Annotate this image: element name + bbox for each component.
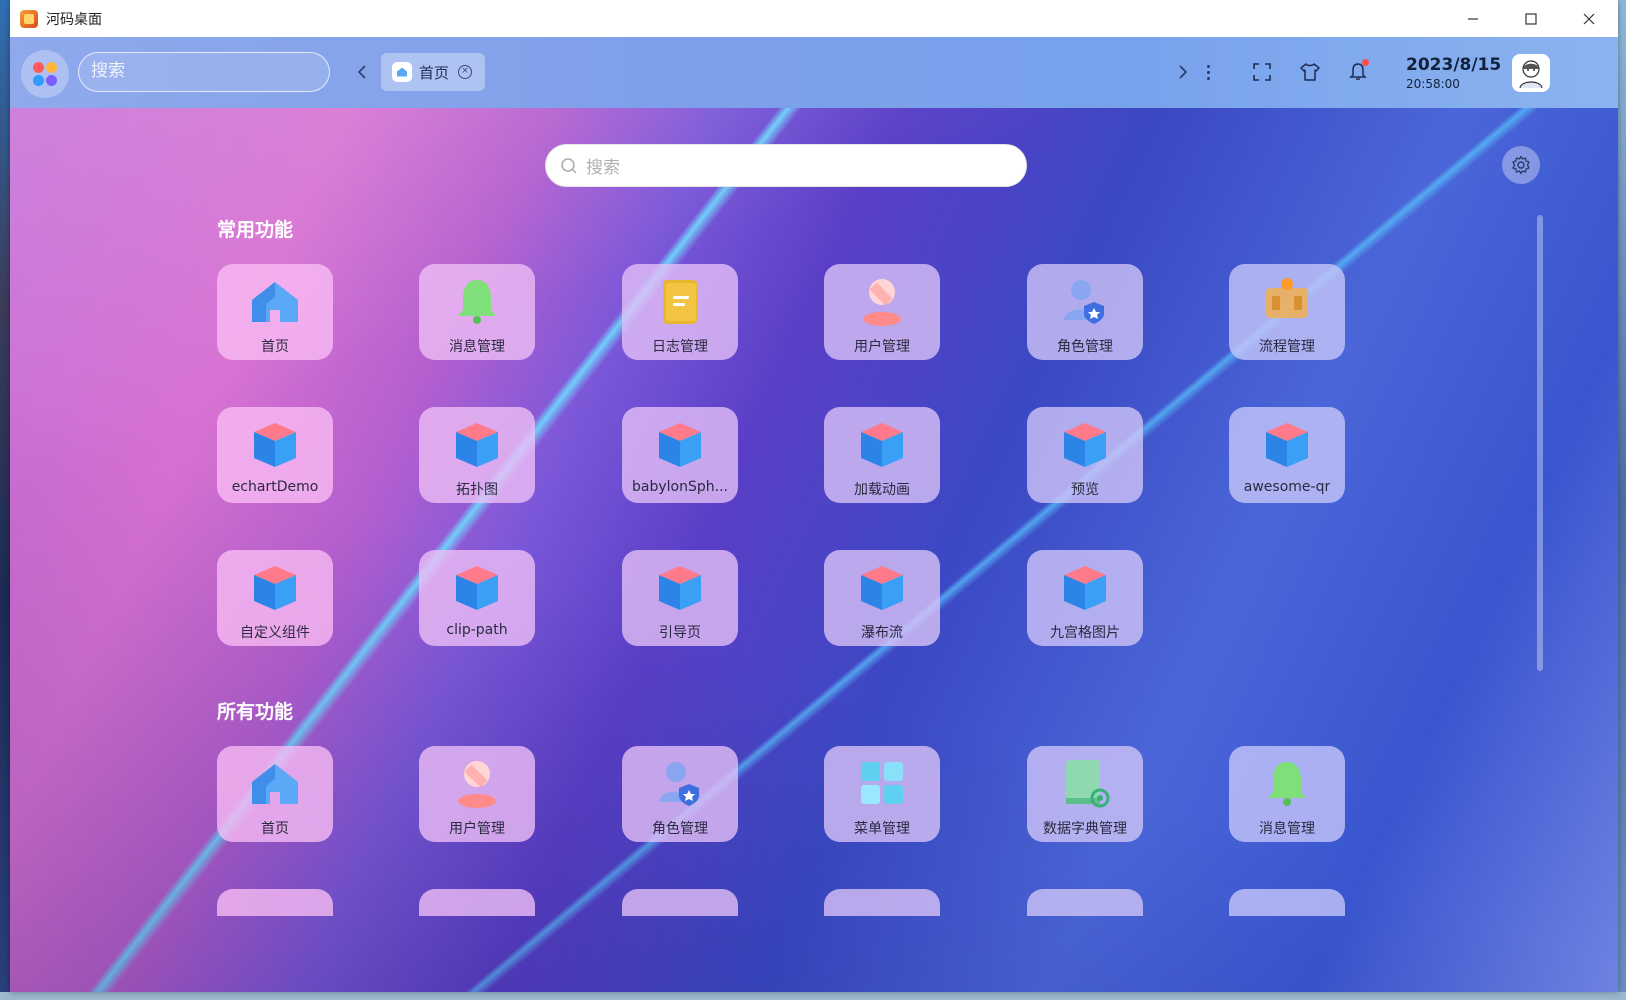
app-tile-label: 用户管理 bbox=[449, 821, 505, 837]
cube-icon bbox=[651, 415, 709, 473]
section-title-all: 所有功能 bbox=[217, 701, 294, 723]
close-button[interactable] bbox=[1560, 0, 1618, 37]
app-tile[interactable]: 预览 bbox=[1027, 407, 1143, 503]
app-tile[interactable]: 用户管理 bbox=[419, 746, 535, 842]
maximize-button[interactable] bbox=[1502, 0, 1560, 37]
desktop-background-bottom bbox=[0, 992, 1626, 1000]
bell-icon bbox=[1258, 754, 1316, 812]
role-icon bbox=[651, 754, 709, 812]
app-tile-label: 预览 bbox=[1071, 482, 1099, 498]
app-tile-label: 用户管理 bbox=[854, 339, 910, 355]
app-tile-label: 角色管理 bbox=[1057, 339, 1113, 355]
app-tile-label: 角色管理 bbox=[652, 821, 708, 837]
cube-icon bbox=[246, 558, 304, 616]
cube-icon bbox=[853, 558, 911, 616]
user-icon bbox=[853, 272, 911, 330]
app-tile-label: 九宫格图片 bbox=[1050, 625, 1120, 641]
app-tile-partial[interactable] bbox=[824, 889, 940, 916]
cube-icon bbox=[246, 415, 304, 473]
notebook-icon bbox=[651, 272, 709, 330]
app-tile[interactable]: 瀑布流 bbox=[824, 550, 940, 646]
minimize-icon bbox=[1468, 17, 1478, 20]
app-tile[interactable]: awesome-qr bbox=[1229, 407, 1345, 503]
maximize-icon bbox=[1525, 12, 1537, 25]
app-tile-label: clip-path bbox=[446, 622, 508, 638]
app-tile-label: 加载动画 bbox=[854, 482, 910, 498]
app-tile[interactable]: babylonSph... bbox=[622, 407, 738, 503]
home-icon bbox=[246, 272, 304, 330]
app-tile[interactable]: 菜单管理 bbox=[824, 746, 940, 842]
app-tile[interactable]: 加载动画 bbox=[824, 407, 940, 503]
app-tile-label: echartDemo bbox=[231, 479, 319, 495]
app-tile[interactable]: 流程管理 bbox=[1229, 264, 1345, 360]
app-tile-label: 首页 bbox=[261, 821, 289, 837]
app-tile-label: 流程管理 bbox=[1259, 339, 1315, 355]
app-tile[interactable]: 消息管理 bbox=[419, 264, 535, 360]
app-tile[interactable]: 首页 bbox=[217, 264, 333, 360]
cube-icon bbox=[1056, 415, 1114, 473]
app-tile[interactable]: 角色管理 bbox=[622, 746, 738, 842]
home-icon bbox=[246, 754, 304, 812]
app-tile-partial[interactable] bbox=[419, 889, 535, 916]
app-tile-label: babylonSph... bbox=[632, 479, 728, 495]
app-tile[interactable]: 九宫格图片 bbox=[1027, 550, 1143, 646]
cube-icon bbox=[1258, 415, 1316, 473]
app-tile-label: 日志管理 bbox=[652, 339, 708, 355]
app-tile[interactable]: 拓扑图 bbox=[419, 407, 535, 503]
user-icon bbox=[448, 754, 506, 812]
app-tile[interactable]: 引导页 bbox=[622, 550, 738, 646]
window-title: 河码桌面 bbox=[46, 11, 102, 28]
window-titlebar: 河码桌面 bbox=[10, 0, 1618, 37]
close-icon bbox=[1583, 13, 1595, 24]
app-tile-partial[interactable] bbox=[1027, 889, 1143, 916]
dictionary-icon bbox=[1056, 754, 1114, 812]
app-tile[interactable]: 数据字典管理 bbox=[1027, 746, 1143, 842]
app-tile-label: 首页 bbox=[261, 339, 289, 355]
app-tile-label: 菜单管理 bbox=[854, 821, 910, 837]
app-tile[interactable]: 自定义组件 bbox=[217, 550, 333, 646]
app-tile-partial[interactable] bbox=[1229, 889, 1345, 916]
app-tile-label: 消息管理 bbox=[449, 339, 505, 355]
cube-icon bbox=[448, 415, 506, 473]
app-logo-icon bbox=[20, 9, 38, 28]
app-tile-label: 拓扑图 bbox=[456, 482, 498, 498]
app-tile[interactable]: echartDemo bbox=[217, 407, 333, 503]
app-window: 河码桌面 搜索 首页 × 2023/8/15 20:58:00 搜索 常用功能 … bbox=[10, 0, 1618, 992]
app-tile-label: 自定义组件 bbox=[240, 625, 310, 641]
bell-icon bbox=[448, 272, 506, 330]
section-title-common: 常用功能 bbox=[217, 219, 294, 241]
cube-icon bbox=[448, 558, 506, 616]
app-tile-label: 瀑布流 bbox=[861, 625, 903, 641]
role-icon bbox=[1056, 272, 1114, 330]
app-tile-label: 数据字典管理 bbox=[1043, 821, 1127, 837]
app-tile-partial[interactable] bbox=[622, 889, 738, 916]
minimize-button[interactable] bbox=[1444, 0, 1502, 37]
menu-grid-icon bbox=[853, 754, 911, 812]
app-tile[interactable]: clip-path bbox=[419, 550, 535, 646]
flow-icon bbox=[1258, 272, 1316, 330]
app-grid: 常用功能 所有功能 首页 消息管理 日志管理 用户管理 角色管理 流程管理 echartDe… bbox=[10, 37, 1618, 916]
cube-icon bbox=[1056, 558, 1114, 616]
app-tile[interactable]: 首页 bbox=[217, 746, 333, 842]
app-tile[interactable]: 消息管理 bbox=[1229, 746, 1345, 842]
cube-icon bbox=[651, 558, 709, 616]
app-tile-label: 消息管理 bbox=[1259, 821, 1315, 837]
app-tile-label: awesome-qr bbox=[1243, 479, 1331, 495]
app-tile[interactable]: 日志管理 bbox=[622, 264, 738, 360]
app-tile[interactable]: 用户管理 bbox=[824, 264, 940, 360]
app-tile-label: 引导页 bbox=[659, 625, 701, 641]
cube-icon bbox=[853, 415, 911, 473]
desktop-wallpaper: 搜索 首页 × 2023/8/15 20:58:00 搜索 常用功能 所有功能 … bbox=[10, 37, 1618, 992]
app-tile[interactable]: 角色管理 bbox=[1027, 264, 1143, 360]
app-tile-partial[interactable] bbox=[217, 889, 333, 916]
